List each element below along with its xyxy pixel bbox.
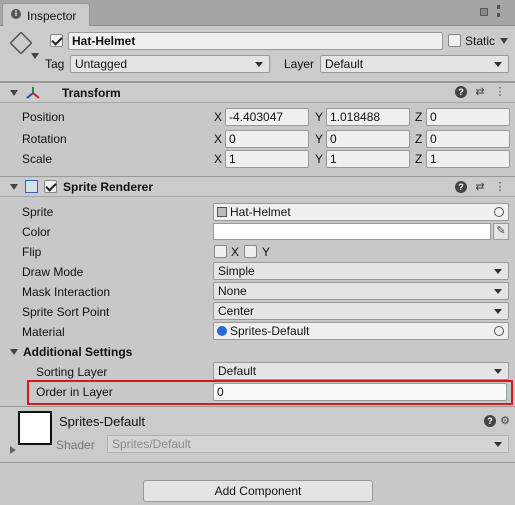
flip-x-label: X (231, 245, 240, 259)
sprite-sort-point-dropdown[interactable]: Center (213, 302, 509, 320)
scale-label: Scale (22, 152, 53, 166)
sprite-renderer-title: Sprite Renderer (63, 180, 154, 194)
cube-dropdown-icon[interactable] (31, 53, 39, 59)
static-dropdown-icon[interactable] (500, 38, 508, 44)
sprite-asset-icon (217, 207, 227, 217)
mask-interaction-label: Mask Interaction (22, 285, 111, 299)
material-label: Material (22, 325, 65, 339)
tab-label: Inspector (27, 9, 77, 23)
transform-presets-icon[interactable]: ⇄ (473, 85, 487, 99)
order-in-layer-field[interactable]: 0 (213, 383, 507, 401)
transform-menu-icon[interactable]: ⋮ (493, 85, 507, 99)
material-value: Sprites-Default (230, 324, 310, 338)
position-z-field[interactable]: 0 (426, 108, 510, 126)
scale-x-label[interactable]: X (214, 151, 222, 167)
material-foldout-icon[interactable] (10, 446, 16, 454)
sorting-layer-dropdown[interactable]: Default (213, 362, 509, 380)
tab-inspector[interactable]: i Inspector (2, 3, 90, 26)
additional-settings-label[interactable]: Additional Settings (23, 344, 132, 360)
sprite-sort-point-label: Sprite Sort Point (22, 305, 110, 319)
sprite-renderer-icon (25, 180, 38, 193)
rotation-x-label[interactable]: X (214, 131, 222, 147)
layer-dropdown[interactable]: Default (320, 55, 509, 73)
static-checkbox[interactable] (448, 34, 461, 47)
rotation-z-label[interactable]: Z (415, 131, 422, 147)
draw-mode-label: Draw Mode (22, 265, 84, 279)
flip-y-label: Y (262, 245, 271, 259)
material-name: Sprites-Default (59, 414, 145, 429)
sprite-renderer-menu-icon[interactable]: ⋮ (493, 180, 507, 194)
material-help-icon[interactable]: ? (484, 415, 496, 427)
sprite-field[interactable]: Hat-Helmet (213, 203, 509, 221)
transform-foldout-icon[interactable] (10, 90, 18, 96)
draw-mode-dropdown[interactable]: Simple (213, 262, 509, 280)
position-z-label[interactable]: Z (415, 109, 422, 125)
eyedropper-icon[interactable]: ✎ (493, 223, 509, 240)
sorting-layer-label: Sorting Layer (36, 365, 108, 379)
mask-interaction-dropdown[interactable]: None (213, 282, 509, 300)
flip-label: Flip (22, 245, 42, 259)
material-preview (18, 411, 52, 445)
flip-y-checkbox[interactable] (244, 245, 257, 258)
position-label: Position (22, 110, 65, 124)
flip-x-checkbox[interactable] (214, 245, 227, 258)
tag-label: Tag (45, 57, 65, 71)
scale-y-field[interactable]: 1 (326, 150, 410, 168)
add-component-button[interactable]: Add Component (143, 480, 373, 502)
sprite-renderer-help-icon[interactable]: ? (455, 181, 467, 193)
tag-dropdown[interactable]: Untagged (70, 55, 270, 73)
info-icon: i (11, 9, 21, 19)
name-field[interactable]: Hat-Helmet (68, 32, 443, 50)
position-x-label[interactable]: X (214, 109, 222, 125)
order-in-layer-label: Order in Layer (36, 385, 113, 399)
transform-icon (26, 86, 40, 100)
position-y-label[interactable]: Y (315, 109, 323, 125)
position-x-field[interactable]: -4.403047 (225, 108, 309, 126)
static-label: Static (465, 34, 496, 48)
rotation-x-field[interactable]: 0 (225, 130, 309, 148)
additional-settings-foldout-icon[interactable] (10, 349, 18, 355)
rotation-y-label[interactable]: Y (315, 131, 323, 147)
rotation-z-field[interactable]: 0 (426, 130, 510, 148)
material-settings-icon[interactable]: ⚙ (498, 414, 512, 428)
shader-label: Shader (56, 438, 95, 452)
lock-icon[interactable] (480, 8, 488, 16)
rotation-y-field[interactable]: 0 (326, 130, 410, 148)
sprite-renderer-presets-icon[interactable]: ⇄ (473, 180, 487, 194)
menu-icon[interactable] (497, 5, 500, 17)
layer-label: Layer (284, 57, 315, 71)
material-picker-icon[interactable] (494, 326, 504, 336)
color-label: Color (22, 225, 51, 239)
sprite-renderer-foldout-icon[interactable] (10, 184, 18, 190)
color-swatch[interactable] (213, 223, 491, 240)
scale-z-label[interactable]: Z (415, 151, 422, 167)
rotation-label: Rotation (22, 132, 67, 146)
position-y-field[interactable]: 1.018488 (326, 108, 410, 126)
transform-help-icon[interactable]: ? (455, 86, 467, 98)
sprite-picker-icon[interactable] (494, 207, 504, 217)
material-asset-icon (217, 326, 227, 336)
scale-z-field[interactable]: 1 (426, 150, 510, 168)
scale-y-label[interactable]: Y (315, 151, 323, 167)
sprite-label: Sprite (22, 205, 54, 219)
scale-x-field[interactable]: 1 (225, 150, 309, 168)
sprite-renderer-enabled-checkbox[interactable] (44, 180, 57, 193)
shader-dropdown[interactable]: Sprites/Default (107, 435, 509, 453)
active-checkbox[interactable] (50, 34, 63, 47)
material-field[interactable]: Sprites-Default (213, 322, 509, 340)
sprite-value: Hat-Helmet (230, 205, 291, 219)
transform-title: Transform (62, 86, 121, 100)
